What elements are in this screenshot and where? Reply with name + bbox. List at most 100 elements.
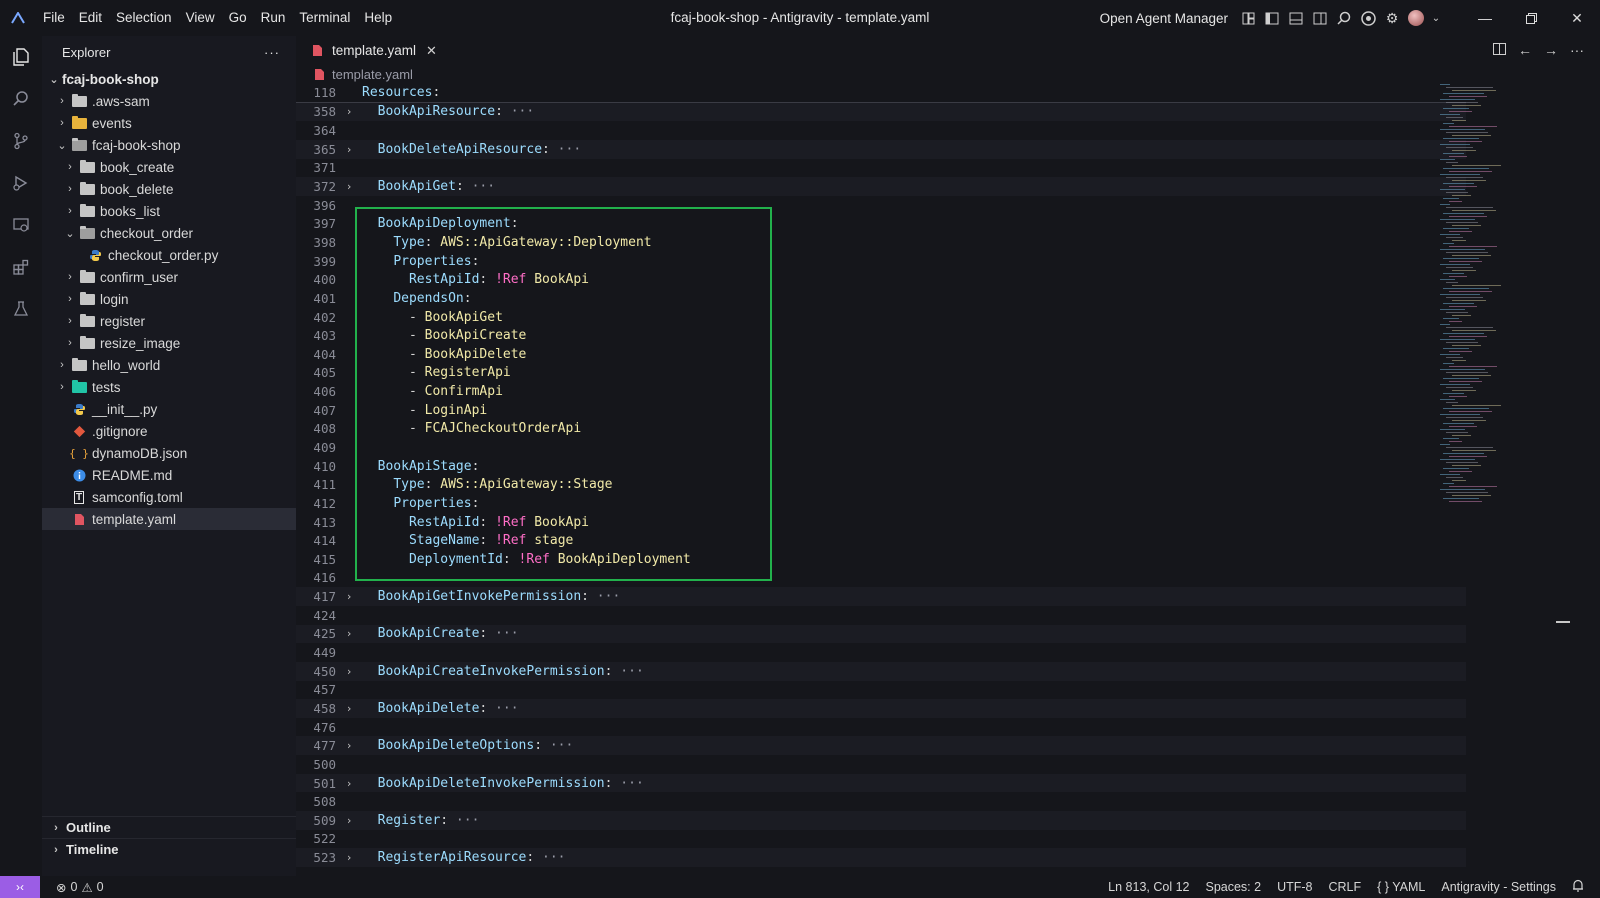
fold-chevron-icon[interactable]: › (336, 739, 362, 752)
fold-chevron-icon[interactable]: › (336, 851, 362, 864)
menu-edit[interactable]: Edit (72, 0, 109, 36)
remote-explorer-icon[interactable] (0, 204, 42, 246)
tree-item[interactable]: › register (42, 310, 296, 332)
scrollbar-position-marker[interactable] (1556, 621, 1570, 623)
tree-item[interactable]: { } dynamoDB.json (42, 442, 296, 464)
code-line[interactable]: 410 BookApiStage: (296, 457, 1466, 476)
minimap[interactable] (1436, 84, 1556, 514)
tree-item[interactable]: › confirm_user (42, 266, 296, 288)
code-line[interactable]: 523 › RegisterApiResource: ··· (296, 848, 1466, 867)
tab-template-yaml[interactable]: template.yaml ✕ (296, 36, 445, 64)
fold-chevron-icon[interactable]: › (336, 702, 362, 715)
toggle-secondary-sidebar-icon[interactable] (1308, 0, 1332, 36)
code-line[interactable]: 358 › BookApiResource: ··· (296, 102, 1466, 122)
chevron-down-icon[interactable]: ⌄ (1428, 0, 1444, 36)
code-line[interactable]: 408 - FCAJCheckoutOrderApi (296, 420, 1466, 439)
code-line[interactable]: 364 (296, 121, 1466, 140)
fold-chevron-icon[interactable]: › (336, 814, 362, 827)
fold-chevron-icon[interactable]: › (336, 665, 362, 678)
code-line[interactable]: 371 (296, 159, 1466, 178)
tree-item[interactable]: checkout_order.py (42, 244, 296, 266)
code-line[interactable]: 412 Properties: (296, 494, 1466, 513)
code-editor[interactable]: 118 Resources: 358 › BookApiResource: ··· 36… (296, 84, 1466, 867)
code-line[interactable]: 406 - ConfirmApi (296, 382, 1466, 401)
search-icon[interactable] (1332, 0, 1356, 36)
sticky-scroll-line[interactable]: 118 Resources: (296, 84, 1466, 103)
menu-go[interactable]: Go (222, 0, 254, 36)
fold-chevron-icon[interactable]: › (336, 590, 362, 603)
code-line[interactable]: 401 DependsOn: (296, 289, 1466, 308)
tree-item[interactable]: › .aws-sam (42, 90, 296, 112)
go-back-arrow-icon[interactable]: ← (1512, 42, 1538, 58)
tree-item[interactable]: __init__.py (42, 398, 296, 420)
code-line[interactable]: 396 (296, 196, 1466, 215)
search-icon[interactable] (0, 78, 42, 120)
settings-status[interactable]: Antigravity - Settings (1433, 880, 1564, 894)
code-line[interactable]: 509 › Register: ··· (296, 810, 1466, 830)
code-line[interactable]: 397 BookApiDeployment: (296, 214, 1466, 233)
fold-chevron-icon[interactable]: › (336, 105, 362, 118)
problems-indicator[interactable]: ⊗ 0 ⚠ 0 (48, 880, 112, 895)
source-control-icon[interactable] (0, 120, 42, 162)
code-line[interactable]: 403 - BookApiCreate (296, 326, 1466, 345)
run-debug-icon[interactable] (0, 162, 42, 204)
tree-item[interactable]: › login (42, 288, 296, 310)
account-avatar[interactable] (1404, 0, 1428, 36)
tree-item[interactable]: › book_delete (42, 178, 296, 200)
code-line[interactable]: 399 Properties: (296, 252, 1466, 271)
code-line[interactable]: 365 › BookDeleteApiResource: ··· (296, 139, 1466, 159)
extensions-icon[interactable] (0, 246, 42, 288)
toggle-panel-icon[interactable] (1284, 0, 1308, 36)
code-line[interactable]: 405 - RegisterApi (296, 364, 1466, 383)
end-of-line[interactable]: CRLF (1321, 880, 1370, 894)
menu-view[interactable]: View (179, 0, 222, 36)
code-line[interactable]: 508 (296, 792, 1466, 811)
explorer-icon[interactable] (0, 36, 42, 78)
more-actions-icon[interactable]: ··· (264, 45, 280, 60)
code-line[interactable]: 404 - BookApiDelete (296, 345, 1466, 364)
menu-file[interactable]: File (36, 0, 72, 36)
tree-item[interactable]: ⌄ checkout_order (42, 222, 296, 244)
code-line[interactable]: 458 › BookApiDelete: ··· (296, 699, 1466, 718)
indentation[interactable]: Spaces: 2 (1197, 880, 1269, 894)
close-window-icon[interactable]: ✕ (1554, 0, 1600, 36)
timeline-section[interactable]: › Timeline (42, 838, 296, 860)
fold-chevron-icon[interactable]: › (336, 143, 362, 156)
code-line[interactable]: 476 (296, 718, 1466, 737)
menu-selection[interactable]: Selection (109, 0, 179, 36)
more-actions-icon[interactable]: ··· (1564, 42, 1590, 58)
outline-section[interactable]: › Outline (42, 816, 296, 838)
menu-run[interactable]: Run (254, 0, 293, 36)
tree-item[interactable]: Tsamconfig.toml (42, 486, 296, 508)
code-line[interactable]: 522 (296, 830, 1466, 849)
toggle-primary-sidebar-icon[interactable] (1260, 0, 1284, 36)
close-tab-icon[interactable]: ✕ (426, 43, 437, 59)
tree-item[interactable]: › events (42, 112, 296, 134)
language-mode[interactable]: { } YAML (1369, 880, 1433, 894)
code-line[interactable]: 407 - LoginApi (296, 401, 1466, 420)
code-line[interactable]: 400 RestApiId: !Ref BookApi (296, 270, 1466, 289)
tree-item[interactable]: .gitignore (42, 420, 296, 442)
cursor-position[interactable]: Ln 813, Col 12 (1100, 880, 1197, 894)
tree-item[interactable]: ⌄ fcaj-book-shop (42, 134, 296, 156)
code-line[interactable]: 425 › BookApiCreate: ··· (296, 624, 1466, 644)
open-agent-manager-button[interactable]: Open Agent Manager (1092, 11, 1236, 26)
tree-root-folder[interactable]: ⌄ fcaj-book-shop (42, 68, 296, 90)
tree-item[interactable]: › resize_image (42, 332, 296, 354)
tree-item[interactable]: › books_list (42, 200, 296, 222)
code-line[interactable]: 416 (296, 569, 1466, 588)
code-line[interactable]: 500 (296, 755, 1466, 774)
code-line[interactable]: 449 (296, 643, 1466, 662)
testing-flask-icon[interactable] (0, 288, 42, 330)
notifications-bell-icon[interactable] (1564, 879, 1592, 895)
code-line[interactable]: 477 › BookApiDeleteOptions: ··· (296, 736, 1466, 756)
menu-help[interactable]: Help (357, 0, 399, 36)
encoding[interactable]: UTF-8 (1269, 880, 1320, 894)
remote-indicator-icon[interactable]: ›‹ (0, 876, 40, 898)
code-line[interactable]: 398 Type: AWS::ApiGateway::Deployment (296, 233, 1466, 252)
code-line[interactable]: 501 › BookApiDeleteInvokePermission: ··· (296, 773, 1466, 793)
code-line[interactable]: 417 › BookApiGetInvokePermission: ··· (296, 587, 1466, 606)
code-line[interactable]: 411 Type: AWS::ApiGateway::Stage (296, 475, 1466, 494)
customize-layout-icon[interactable] (1236, 0, 1260, 36)
settings-gear-icon[interactable]: ⚙ (1380, 0, 1404, 36)
